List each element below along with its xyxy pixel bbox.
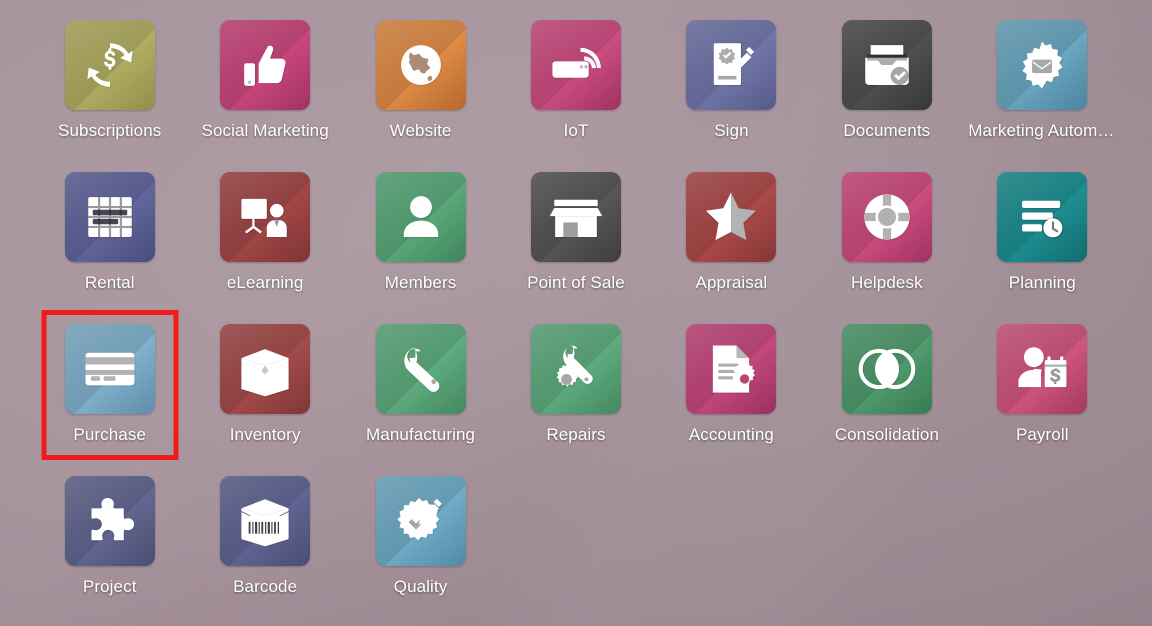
app-tile-label: Point of Sale (527, 273, 625, 292)
app-tile-label: Members (384, 273, 457, 292)
file-box-check-icon[interactable] (841, 20, 932, 110)
app-tile-purchase[interactable]: Purchase (32, 316, 187, 468)
apps-grid: Subscriptions Social Marketing Website I… (0, 0, 1152, 620)
app-tile-quality[interactable]: Quality (343, 468, 498, 620)
app-tile-iot[interactable]: IoT (498, 12, 653, 164)
app-tile-members[interactable]: Members (343, 164, 498, 316)
app-tile-sign[interactable]: Sign (654, 12, 809, 164)
open-box-icon[interactable] (220, 324, 311, 414)
app-tile-label: Quality (393, 577, 448, 596)
presenter-board-icon[interactable] (220, 172, 311, 262)
box-barcode-icon[interactable] (220, 476, 311, 566)
app-tile-label: Planning (1008, 273, 1076, 292)
gantt-table-icon[interactable] (64, 172, 155, 262)
app-tile-label: Website (389, 121, 452, 140)
app-tile-elearning[interactable]: eLearning (187, 164, 342, 316)
app-tile-repairs[interactable]: Repairs (498, 316, 653, 468)
app-tile-label: IoT (563, 121, 589, 140)
gear-envelope-icon[interactable] (997, 20, 1088, 110)
app-tile-inventory[interactable]: Inventory (187, 316, 342, 468)
app-tile-rental[interactable]: Rental (32, 164, 187, 316)
app-tile-website[interactable]: Website (343, 12, 498, 164)
app-tile-label: Project (82, 577, 137, 596)
app-tile-helpdesk[interactable]: Helpdesk (809, 164, 964, 316)
life-ring-icon[interactable] (841, 172, 932, 262)
app-tile-accounting[interactable]: Accounting (654, 316, 809, 468)
wrench-gear-icon[interactable] (530, 324, 621, 414)
thumbs-up-icon[interactable] (220, 20, 311, 110)
app-tile-label: Social Marketing (201, 121, 329, 140)
person-money-icon[interactable] (997, 324, 1088, 414)
app-tile-label: Payroll (1015, 425, 1069, 444)
bars-clock-icon[interactable] (997, 172, 1088, 262)
app-tile-payroll[interactable]: Payroll (965, 316, 1120, 468)
app-tile-label: Marketing Automat… (968, 121, 1117, 140)
app-tile-project[interactable]: Project (32, 468, 187, 620)
app-tile-label: Appraisal (695, 273, 768, 292)
half-star-icon[interactable] (686, 172, 777, 262)
globe-icon[interactable] (375, 20, 466, 110)
person-icon[interactable] (375, 172, 466, 262)
app-tile-label: Consolidation (834, 425, 940, 444)
wifi-router-icon[interactable] (530, 20, 621, 110)
apps-drawer: Subscriptions Social Marketing Website I… (0, 0, 1152, 626)
app-tile-label: Barcode (233, 577, 298, 596)
app-tile-label: Sign (714, 121, 749, 140)
signed-document-icon[interactable] (686, 20, 777, 110)
app-tile-appraisal[interactable]: Appraisal (654, 164, 809, 316)
app-tile-label: Inventory (229, 425, 301, 444)
app-tile-subscriptions[interactable]: Subscriptions (32, 12, 187, 164)
app-tile-planning[interactable]: Planning (965, 164, 1120, 316)
wrench-icon[interactable] (375, 324, 466, 414)
app-tile-label: Rental (84, 273, 135, 292)
puzzle-piece-icon[interactable] (64, 476, 155, 566)
app-tile-label: Helpdesk (851, 273, 923, 292)
app-tile-label: Purchase (73, 425, 147, 444)
credit-card-icon[interactable] (64, 324, 155, 414)
app-tile-label: eLearning (226, 273, 304, 292)
storefront-icon[interactable] (530, 172, 621, 262)
app-tile-marketing-automat[interactable]: Marketing Automat… (965, 12, 1120, 164)
app-tile-label: Repairs (546, 425, 606, 444)
venn-circles-icon[interactable] (841, 324, 932, 414)
app-tile-point-of-sale[interactable]: Point of Sale (498, 164, 653, 316)
subscriptions-icon[interactable] (64, 20, 155, 110)
badge-pencil-icon[interactable] (375, 476, 466, 566)
app-tile-barcode[interactable]: Barcode (187, 468, 342, 620)
document-gear-icon[interactable] (686, 324, 777, 414)
app-tile-label: Manufacturing (366, 425, 476, 444)
app-tile-consolidation[interactable]: Consolidation (809, 316, 964, 468)
app-tile-label: Documents (843, 121, 931, 140)
app-tile-label: Subscriptions (58, 121, 162, 140)
app-tile-social-marketing[interactable]: Social Marketing (187, 12, 342, 164)
app-tile-documents[interactable]: Documents (809, 12, 964, 164)
app-tile-label: Accounting (688, 425, 774, 444)
app-tile-manufacturing[interactable]: Manufacturing (343, 316, 498, 468)
